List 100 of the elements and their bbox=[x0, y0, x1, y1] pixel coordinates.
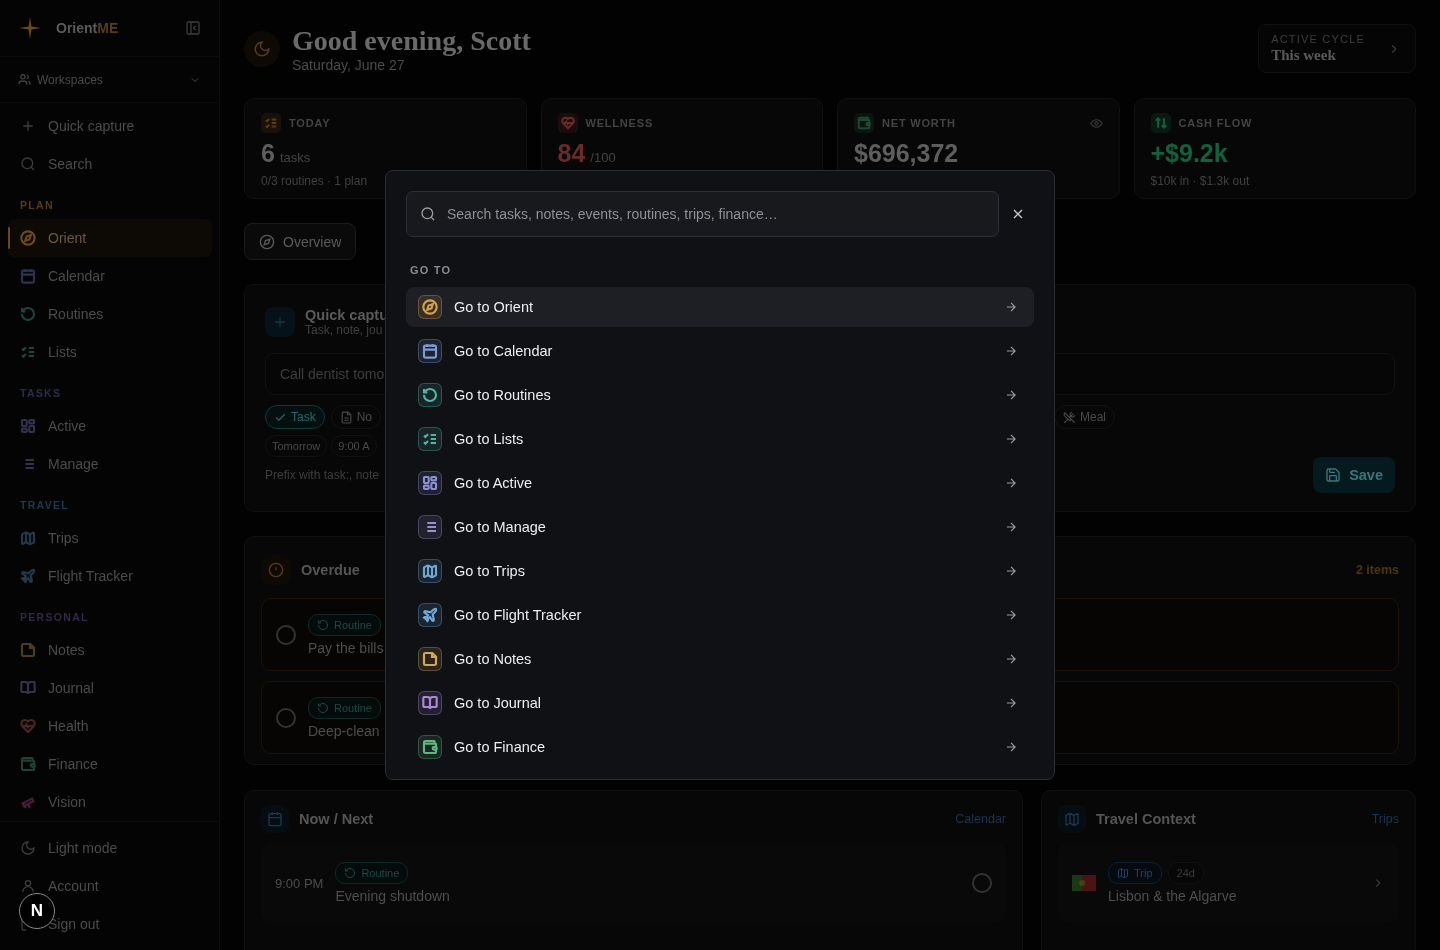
sidebar-item[interactable]: Trips bbox=[8, 519, 212, 557]
type-chip[interactable]: Task bbox=[265, 405, 325, 429]
command-item[interactable]: Go to Journal bbox=[406, 683, 1034, 723]
sidebar-item[interactable]: Journal bbox=[8, 669, 212, 707]
command-item[interactable]: Go to Flight Tracker bbox=[406, 595, 1034, 635]
sidebar-item[interactable]: Flight Tracker bbox=[8, 557, 212, 595]
stat-value: +$9.2k bbox=[1150, 139, 1228, 168]
command-item[interactable]: Go to Active bbox=[406, 463, 1034, 503]
checkbox[interactable] bbox=[276, 707, 296, 728]
stat-label: TODAY bbox=[289, 117, 332, 129]
stat-unit: /100 bbox=[590, 150, 616, 165]
map-icon bbox=[1117, 867, 1129, 879]
file-icon bbox=[339, 410, 353, 424]
card-title: Overdue bbox=[301, 562, 360, 578]
trips-link[interactable]: Trips bbox=[1371, 812, 1399, 826]
users-icon bbox=[18, 73, 31, 86]
routine-tag: Routine bbox=[308, 696, 381, 719]
command-item[interactable]: Go to Lists bbox=[406, 419, 1034, 459]
arrow-right-icon bbox=[1004, 608, 1018, 622]
stat-value: 84 bbox=[557, 139, 586, 168]
plus-icon bbox=[20, 118, 36, 134]
rotate-icon bbox=[317, 701, 329, 714]
stat-subtext: 0/3 routines · 1 plan bbox=[261, 174, 369, 188]
section-title: TRAVEL bbox=[19, 498, 71, 513]
tab[interactable]: Overview bbox=[244, 223, 357, 260]
arrow-right-icon bbox=[1004, 696, 1018, 710]
arrow-right-icon bbox=[1004, 300, 1018, 314]
sidebar-item[interactable]: Lists bbox=[8, 333, 212, 371]
plus-icon bbox=[272, 314, 288, 330]
compass-icon bbox=[259, 233, 275, 250]
sidebar-item[interactable]: Health bbox=[8, 707, 212, 745]
routine-tag: Routine bbox=[308, 613, 381, 636]
arrow-right-icon bbox=[1004, 520, 1018, 534]
stat-label: CASH FLOW bbox=[1178, 117, 1254, 129]
arrow-right-icon bbox=[1004, 432, 1018, 446]
utensils-icon bbox=[1063, 410, 1076, 424]
routine-tag: Routine bbox=[335, 862, 409, 884]
search-field[interactable]: Search tasks, notes, events, routines, trips, finance… bbox=[406, 191, 999, 237]
item-title: Pay the bills bbox=[308, 639, 384, 656]
sidebar-item[interactable]: Orient bbox=[8, 219, 212, 257]
sidebar-item[interactable]: Quick capture bbox=[8, 107, 212, 145]
sidebar-item[interactable]: Calendar bbox=[8, 257, 212, 295]
card-title: Now / Next bbox=[299, 811, 375, 827]
trip-tag: Trip bbox=[1108, 862, 1162, 884]
user-icon bbox=[20, 878, 36, 894]
moon-icon bbox=[20, 840, 36, 856]
arrow-right-icon bbox=[1004, 652, 1018, 666]
save-button[interactable]: Save bbox=[1313, 457, 1395, 493]
eye-icon[interactable] bbox=[1089, 116, 1103, 130]
sidebar-item[interactable]: Active bbox=[8, 407, 212, 445]
rotate-icon bbox=[344, 867, 357, 879]
sidebar-item[interactable]: Vision bbox=[8, 783, 212, 821]
checkbox[interactable] bbox=[972, 873, 992, 893]
alert-icon bbox=[268, 562, 284, 578]
stat-value: $696,372 bbox=[854, 139, 959, 168]
arrow-right-icon bbox=[1004, 344, 1018, 358]
command-item[interactable]: Go to Routines bbox=[406, 375, 1034, 415]
card-subtitle: Task, note, jou bbox=[305, 323, 384, 337]
map-icon bbox=[1064, 811, 1080, 827]
trip-title: Lisbon & the Algarve bbox=[1108, 888, 1237, 904]
panel-toggle-icon[interactable] bbox=[185, 20, 201, 36]
stat-label: WELLNESS bbox=[585, 117, 654, 129]
greeting: Good evening, Scott bbox=[292, 24, 532, 57]
section-title: PLAN bbox=[19, 198, 55, 213]
moon-icon bbox=[253, 39, 271, 58]
command-item[interactable]: Go to Calendar bbox=[406, 331, 1034, 371]
command-item[interactable]: Go to Orient bbox=[406, 287, 1034, 327]
checkbox[interactable] bbox=[276, 624, 296, 645]
item-count: 2 items bbox=[1355, 563, 1399, 577]
flag-icon bbox=[1072, 875, 1096, 891]
arrow-right-icon bbox=[1004, 564, 1018, 578]
arrow-right-icon bbox=[1004, 388, 1018, 402]
brand-name: OrientME bbox=[56, 20, 120, 36]
save-icon bbox=[1325, 467, 1342, 483]
sidebar-item[interactable]: Light mode bbox=[8, 829, 212, 867]
cycle-label: ACTIVE CYCLE bbox=[1271, 33, 1365, 45]
calendar-link[interactable]: Calendar bbox=[955, 812, 1006, 826]
card-title: Travel Context bbox=[1096, 811, 1197, 827]
sidebar-item[interactable]: Finance bbox=[8, 745, 212, 783]
search-icon bbox=[420, 206, 436, 222]
sidebar-item[interactable]: Search bbox=[8, 145, 212, 183]
section-title: TASKS bbox=[19, 386, 63, 401]
search-icon bbox=[20, 156, 36, 172]
section-title: GO TO bbox=[410, 263, 453, 277]
arrow-right-icon bbox=[1004, 476, 1018, 490]
workspace-selector[interactable]: Workspaces bbox=[0, 57, 219, 103]
sidebar-item[interactable]: Manage bbox=[8, 445, 212, 483]
sidebar-item[interactable]: Routines bbox=[8, 295, 212, 333]
cycle-button[interactable]: ACTIVE CYCLE This week bbox=[1258, 24, 1416, 73]
stat-value: 6 bbox=[261, 139, 275, 168]
command-item[interactable]: Go to Finance bbox=[406, 727, 1034, 767]
item-title: Deep-clean bbox=[308, 722, 380, 739]
command-item[interactable]: Go to Notes bbox=[406, 639, 1034, 679]
sidebar-item[interactable]: Notes bbox=[8, 631, 212, 669]
command-item[interactable]: Go to Trips bbox=[406, 551, 1034, 591]
arrow-right-icon bbox=[1004, 740, 1018, 754]
command-item[interactable]: Go to Manage bbox=[406, 507, 1034, 547]
calendar-icon bbox=[267, 811, 283, 827]
event-title: Evening shutdown bbox=[335, 888, 450, 904]
rotate-icon bbox=[317, 618, 329, 631]
